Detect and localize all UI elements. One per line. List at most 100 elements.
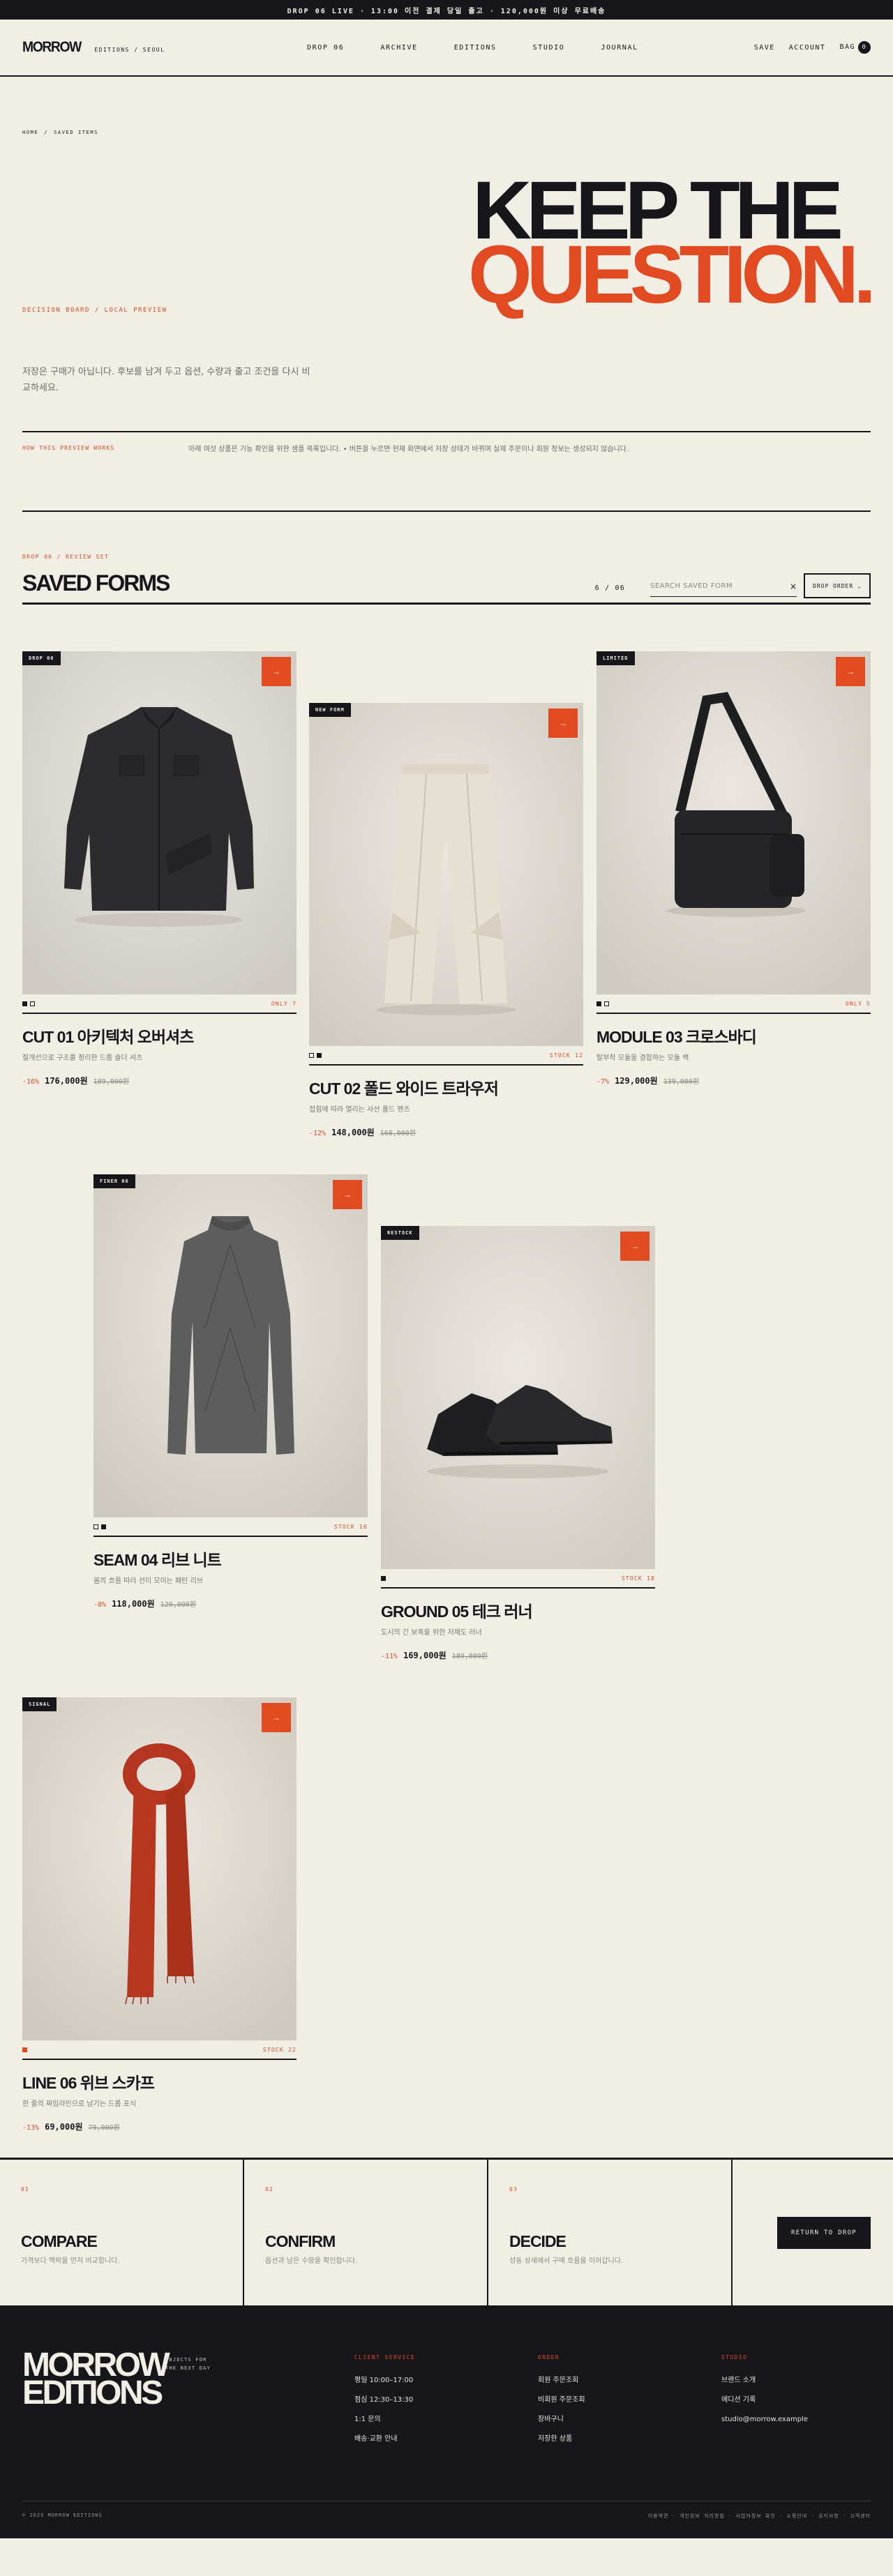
- swatch[interactable]: [604, 1001, 609, 1006]
- product-name[interactable]: CUT 02 폴드 와이드 트라우저: [309, 1075, 583, 1099]
- arrow-right-icon[interactable]: →: [620, 1232, 650, 1261]
- footer-heading: CLIENT SERVICE: [354, 2354, 416, 2361]
- site-header: MORROW EDITIONS / SEOUL DROP 06 ARCHIVE …: [0, 20, 893, 77]
- arrow-right-icon[interactable]: →: [262, 1703, 291, 1732]
- product-meta: STOCK 22: [22, 2040, 297, 2060]
- product-badge: LIMITED: [596, 651, 635, 665]
- footer-link[interactable]: 비회원 주문조회: [538, 2394, 585, 2407]
- brand-logo[interactable]: MORROW EDITIONS / SEOUL: [22, 39, 165, 56]
- bag-image: [596, 651, 871, 994]
- product-image[interactable]: RESTOCK →: [381, 1226, 655, 1569]
- footer-link[interactable]: 회원 주문조회: [538, 2374, 585, 2387]
- swatch[interactable]: [309, 1052, 314, 1058]
- brand-name[interactable]: MORROW: [22, 39, 82, 56]
- footer-link[interactable]: 배송·교환 안내: [354, 2433, 415, 2446]
- step-title: DECIDE: [509, 2232, 566, 2250]
- old-price: 129,000원: [160, 1601, 197, 1609]
- price-row: -16% 176,000원 189,000원: [22, 1075, 297, 1086]
- product-name[interactable]: LINE 06 위브 스카프: [22, 2070, 297, 2093]
- price-row: -7% 129,000원 139,000원: [596, 1075, 871, 1086]
- swatch[interactable]: [381, 1575, 386, 1581]
- footer-link[interactable]: 1:1 문의: [354, 2414, 415, 2426]
- swatch[interactable]: [30, 1001, 35, 1006]
- decision-steps: 01 COMPARE 가격보다 맥락을 먼저 비교합니다. 02 CONFIRM…: [0, 2158, 893, 2305]
- arrow-right-icon[interactable]: →: [548, 709, 578, 738]
- swatch[interactable]: [596, 1001, 601, 1006]
- product-image[interactable]: SIGNAL →: [22, 1697, 297, 2040]
- knit-image: [93, 1174, 368, 1517]
- stock-label: ONLY 7: [271, 1000, 297, 1007]
- old-price: 168,000원: [380, 1130, 417, 1137]
- nav-item-archive[interactable]: ARCHIVE: [380, 44, 417, 52]
- arrow-right-icon[interactable]: →: [262, 657, 291, 686]
- footer-link[interactable]: 장바구니: [538, 2414, 585, 2426]
- return-to-drop-button[interactable]: RETURN TO DROP: [777, 2217, 871, 2249]
- product-image[interactable]: DROP 06 →: [22, 651, 297, 994]
- product-card[interactable]: RESTOCK → STOCK 18 GROUND 05 테크 러너 도시의 긴…: [381, 1226, 655, 1661]
- hero-section: HOME / SAVED ITEMS KEEP THE QUESTION. DE…: [0, 77, 893, 467]
- save-link[interactable]: SAVE: [754, 44, 775, 52]
- saved-toolbar: DROP 06 / REVIEW SET SAVED FORMS 6 / 06 …: [22, 512, 871, 605]
- drop-label: DROP 06 / REVIEW SET: [22, 554, 110, 560]
- color-swatches: [93, 1524, 106, 1529]
- footer-link[interactable]: 에디션 기록: [721, 2394, 808, 2407]
- product-image[interactable]: NEW FORM →: [309, 703, 583, 1046]
- nav-item-editions[interactable]: EDITIONS: [454, 44, 497, 52]
- color-swatches: [309, 1052, 322, 1058]
- footer-link[interactable]: 저장한 상품: [538, 2433, 585, 2446]
- breadcrumb-home[interactable]: HOME: [22, 130, 38, 135]
- nav-item-drop[interactable]: DROP 06: [307, 44, 344, 52]
- bag-link[interactable]: BAG 0: [839, 41, 871, 54]
- product-meta: STOCK 16: [93, 1517, 368, 1537]
- footer-logo[interactable]: MORROW EDITIONS: [22, 2349, 170, 2410]
- product-grid: DROP 06 → ONLY 7 CUT 01 아키텍처 오버셔츠 절개선으로 …: [0, 575, 893, 2158]
- footer-email-link[interactable]: studio@morrow.example: [721, 2414, 808, 2426]
- arrow-right-icon[interactable]: →: [333, 1180, 362, 1209]
- legal-links[interactable]: 이용약관 · 개인정보 처리방침 · 사업자정보 확인 · 쇼핑안내 · 공지사…: [648, 2513, 871, 2520]
- swatch[interactable]: [22, 1001, 27, 1006]
- arrow-right-icon[interactable]: →: [836, 657, 865, 686]
- color-swatches: [596, 1001, 609, 1006]
- product-badge: NEW FORM: [309, 703, 351, 717]
- announcement-bar: DROP 06 LIVE · 13:00 이전 결제 당일 출고 · 120,0…: [0, 0, 893, 20]
- product-image[interactable]: LIMITED →: [596, 651, 871, 994]
- breadcrumb-current: SAVED ITEMS: [54, 130, 99, 135]
- announcement-text: DROP 06 LIVE · 13:00 이전 결제 당일 출고 · 120,0…: [287, 7, 606, 15]
- product-description: 절개선으로 구조를 정리한 드롭 숄더 셔츠: [22, 1054, 143, 1062]
- price-row: -12% 148,000원 168,000원: [309, 1126, 583, 1138]
- product-name[interactable]: SEAM 04 리브 니트: [93, 1547, 368, 1570]
- hero-title-line2: QUESTION.: [467, 229, 876, 321]
- footer-heading: ORDER: [538, 2354, 560, 2361]
- nav-item-studio[interactable]: STUDIO: [533, 44, 565, 52]
- product-name[interactable]: MODULE 03 크로스바디: [596, 1024, 871, 1047]
- product-card[interactable]: NEW FORM → STOCK 12 CUT 02 폴드 와이드 트라우저 접…: [309, 703, 583, 1138]
- swatch[interactable]: [22, 2047, 27, 2052]
- account-link[interactable]: ACCOUNT: [789, 44, 826, 52]
- product-card[interactable]: FINER 06 → STOCK 16 SEAM 04 리브 니트 몸의 흐름 …: [93, 1174, 368, 1609]
- product-badge: SIGNAL: [22, 1697, 57, 1711]
- product-image[interactable]: FINER 06 →: [93, 1174, 368, 1517]
- product-name[interactable]: GROUND 05 테크 러너: [381, 1598, 655, 1622]
- product-card[interactable]: SIGNAL → STOCK 22 LINE 06 위브 스카프 한 줄의 짜임…: [22, 1697, 297, 2132]
- old-price: 189,000원: [451, 1653, 488, 1660]
- stock-label: ONLY 5: [845, 1000, 871, 1007]
- nav-item-journal[interactable]: JOURNAL: [601, 44, 638, 52]
- swatch[interactable]: [93, 1524, 98, 1529]
- product-card[interactable]: LIMITED → ONLY 5 MODULE 03 크로스바디 탈부착 모듈을…: [596, 651, 871, 1086]
- swatch[interactable]: [317, 1052, 322, 1058]
- product-description: 도시의 긴 보폭을 위한 저채도 러너: [381, 1629, 482, 1637]
- price: 129,000원: [615, 1076, 658, 1086]
- discount: -13%: [22, 2124, 40, 2132]
- utility-nav: SAVE ACCOUNT BAG 0: [754, 41, 871, 54]
- old-price: 189,000원: [93, 1078, 130, 1086]
- swatch[interactable]: [101, 1524, 106, 1529]
- product-description: 몸의 흐름 따라 선이 모이는 패턴 리브: [93, 1577, 204, 1585]
- product-card[interactable]: DROP 06 → ONLY 7 CUT 01 아키텍처 오버셔츠 절개선으로 …: [22, 651, 297, 1086]
- old-price: 79,000원: [88, 2124, 120, 2132]
- step-decide: 03 DECIDE 성동 상세에서 구매 흐름을 이어갑니다.: [488, 2160, 733, 2305]
- product-name[interactable]: CUT 01 아키텍처 오버셔츠: [22, 1024, 297, 1047]
- step-number: 01: [21, 2186, 30, 2192]
- bag-label: BAG: [839, 43, 855, 51]
- product-description: 한 줄의 짜임라인으로 남기는 드롭 포식: [22, 2100, 137, 2108]
- footer-link[interactable]: 브랜드 소개: [721, 2374, 808, 2387]
